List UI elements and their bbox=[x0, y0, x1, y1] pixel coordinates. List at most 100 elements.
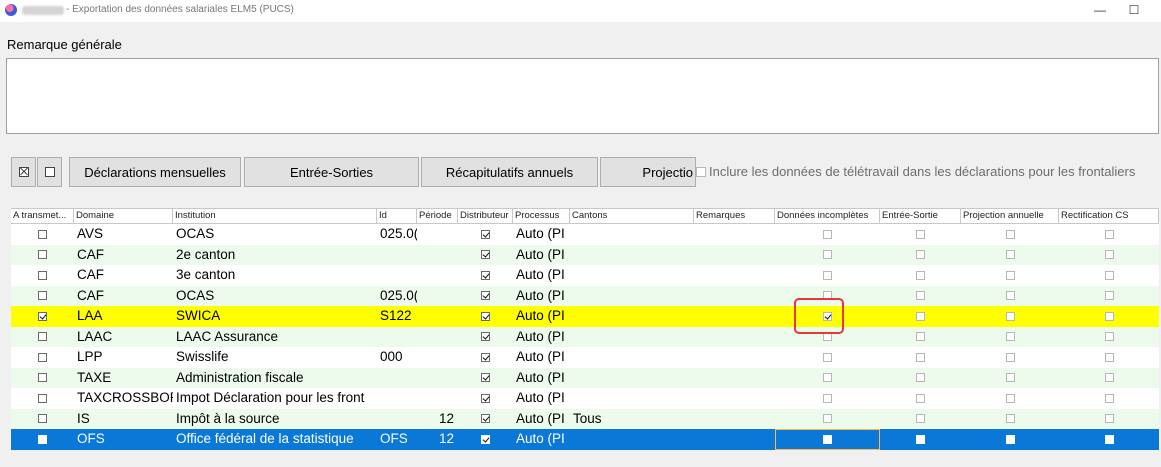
cell-id[interactable] bbox=[377, 388, 417, 409]
projection-checkbox-cell[interactable] bbox=[961, 327, 1059, 348]
rectification-checkbox[interactable] bbox=[1104, 352, 1114, 362]
col-header-distributeur[interactable]: Distributeur bbox=[458, 209, 513, 223]
cell-remarques[interactable] bbox=[694, 286, 775, 307]
cell-domaine[interactable]: AVS bbox=[74, 224, 173, 245]
transmit-checkbox-cell[interactable] bbox=[11, 409, 74, 430]
incompletes-checkbox-cell[interactable] bbox=[775, 409, 880, 430]
entree-sortie-checkbox-cell[interactable] bbox=[880, 306, 961, 327]
table-row[interactable]: CAF OCAS 025.0(Auto (PI bbox=[11, 285, 1159, 307]
projection-checkbox-cell[interactable] bbox=[961, 265, 1059, 286]
col-header-projection[interactable]: Projection annuelle bbox=[961, 209, 1059, 223]
projection-checkbox[interactable] bbox=[1005, 311, 1015, 321]
cell-id[interactable] bbox=[377, 368, 417, 389]
cell-cantons[interactable] bbox=[570, 327, 694, 348]
entree-sortie-checkbox-cell[interactable] bbox=[880, 368, 961, 389]
entree-sortie-checkbox[interactable] bbox=[916, 332, 925, 342]
transmit-checkbox[interactable] bbox=[38, 250, 47, 260]
cell-periode[interactable] bbox=[417, 388, 458, 409]
distributeur-checkbox[interactable] bbox=[481, 393, 490, 403]
cell-institution[interactable]: Administration fiscale bbox=[173, 368, 377, 389]
incompletes-checkbox[interactable] bbox=[823, 393, 832, 403]
transmit-checkbox-cell[interactable] bbox=[11, 224, 74, 245]
cell-remarques[interactable] bbox=[694, 347, 775, 368]
entree-sortie-checkbox[interactable] bbox=[916, 373, 925, 383]
distributeur-checkbox-cell[interactable] bbox=[458, 388, 513, 409]
cell-processus[interactable]: Auto (PI bbox=[513, 245, 570, 266]
minimize-button[interactable]: — bbox=[1085, 0, 1115, 22]
distributeur-checkbox-cell[interactable] bbox=[458, 327, 513, 348]
table-row[interactable]: LPP Swisslife 000 Auto (PI bbox=[11, 347, 1159, 368]
cell-institution[interactable]: SWICA bbox=[173, 306, 377, 327]
table-row[interactable]: IS Impôt à la source 12 Auto (PI Tous bbox=[11, 408, 1159, 430]
incompletes-checkbox[interactable] bbox=[823, 332, 832, 342]
cell-remarques[interactable] bbox=[694, 409, 775, 430]
transmit-checkbox-cell[interactable] bbox=[11, 429, 74, 450]
entree-sortie-checkbox-cell[interactable] bbox=[880, 224, 961, 245]
rectification-checkbox-cell[interactable] bbox=[1059, 224, 1159, 245]
transmit-checkbox[interactable] bbox=[38, 373, 47, 383]
projection-checkbox[interactable] bbox=[1005, 229, 1015, 239]
cell-cantons[interactable] bbox=[570, 286, 694, 307]
table-row[interactable]: LAA SWICA S122 Auto (PI bbox=[11, 306, 1159, 327]
distributeur-checkbox[interactable] bbox=[481, 332, 490, 342]
cell-institution[interactable]: OCAS bbox=[173, 224, 377, 245]
cell-domaine[interactable]: TAXE bbox=[74, 368, 173, 389]
telework-option[interactable]: Inclure les données de télétravail dans … bbox=[696, 164, 1135, 179]
cell-processus[interactable]: Auto (PI bbox=[513, 306, 570, 327]
col-header-entree-sortie[interactable]: Entrée-Sortie bbox=[880, 209, 961, 223]
transmit-checkbox-cell[interactable] bbox=[11, 265, 74, 286]
cell-id[interactable] bbox=[377, 265, 417, 286]
col-header-periode[interactable]: Période bbox=[417, 209, 458, 223]
transmit-checkbox-cell[interactable] bbox=[11, 347, 74, 368]
entree-sortie-checkbox[interactable] bbox=[916, 270, 925, 280]
table-row[interactable]: TAXE Administration fiscale Auto (PI bbox=[11, 367, 1159, 389]
transmit-checkbox[interactable] bbox=[38, 414, 47, 424]
cell-domaine[interactable]: CAF bbox=[74, 286, 173, 307]
distributeur-checkbox[interactable] bbox=[481, 229, 490, 239]
cell-id[interactable]: OFS bbox=[377, 429, 417, 450]
rectification-checkbox-cell[interactable] bbox=[1059, 429, 1159, 450]
cell-cantons[interactable] bbox=[570, 388, 694, 409]
incompletes-checkbox-cell[interactable] bbox=[775, 388, 880, 409]
entree-sortie-checkbox-cell[interactable] bbox=[880, 265, 961, 286]
distributeur-checkbox-cell[interactable] bbox=[458, 286, 513, 307]
maximize-button[interactable]: ☐ bbox=[1119, 0, 1149, 22]
cell-institution[interactable]: 2e canton bbox=[173, 245, 377, 266]
cell-domaine[interactable]: OFS bbox=[74, 429, 173, 450]
check-all-button[interactable] bbox=[11, 157, 36, 187]
entree-sortie-checkbox[interactable] bbox=[916, 414, 925, 424]
incompletes-checkbox[interactable] bbox=[823, 434, 832, 444]
distributeur-checkbox[interactable] bbox=[481, 250, 490, 260]
transmit-checkbox[interactable] bbox=[38, 291, 47, 301]
entree-sortie-checkbox[interactable] bbox=[916, 393, 925, 403]
cell-periode[interactable] bbox=[417, 286, 458, 307]
projection-checkbox-cell[interactable] bbox=[961, 429, 1059, 450]
col-header-processus[interactable]: Processus bbox=[513, 209, 570, 223]
distributeur-checkbox-cell[interactable] bbox=[458, 306, 513, 327]
distributeur-checkbox-cell[interactable] bbox=[458, 347, 513, 368]
incompletes-checkbox-cell[interactable] bbox=[775, 368, 880, 389]
distributeur-checkbox-cell[interactable] bbox=[458, 245, 513, 266]
cell-domaine[interactable]: LPP bbox=[74, 347, 173, 368]
rectification-checkbox[interactable] bbox=[1104, 414, 1114, 424]
cell-institution[interactable]: LAAC Assurance bbox=[173, 327, 377, 348]
cell-processus[interactable]: Auto (PI bbox=[513, 224, 570, 245]
cell-remarques[interactable] bbox=[694, 368, 775, 389]
cell-id[interactable]: 025.0( bbox=[377, 224, 417, 245]
cell-id[interactable] bbox=[377, 245, 417, 266]
distributeur-checkbox[interactable] bbox=[481, 291, 490, 301]
entree-sortie-checkbox-cell[interactable] bbox=[880, 245, 961, 266]
projection-checkbox[interactable] bbox=[1005, 332, 1015, 342]
incompletes-checkbox[interactable] bbox=[823, 373, 832, 383]
distributeur-checkbox[interactable] bbox=[481, 434, 490, 444]
rectification-checkbox[interactable] bbox=[1104, 250, 1114, 260]
entree-sortie-checkbox-cell[interactable] bbox=[880, 327, 961, 348]
distributeur-checkbox[interactable] bbox=[481, 414, 490, 424]
cell-remarques[interactable] bbox=[694, 224, 775, 245]
col-header-rectification[interactable]: Rectification CS bbox=[1059, 209, 1159, 223]
distributeur-checkbox[interactable] bbox=[481, 311, 490, 321]
entree-sortie-checkbox[interactable] bbox=[916, 250, 925, 260]
distributeur-checkbox-cell[interactable] bbox=[458, 368, 513, 389]
cell-institution[interactable]: Swisslife bbox=[173, 347, 377, 368]
distributeur-checkbox-cell[interactable] bbox=[458, 265, 513, 286]
